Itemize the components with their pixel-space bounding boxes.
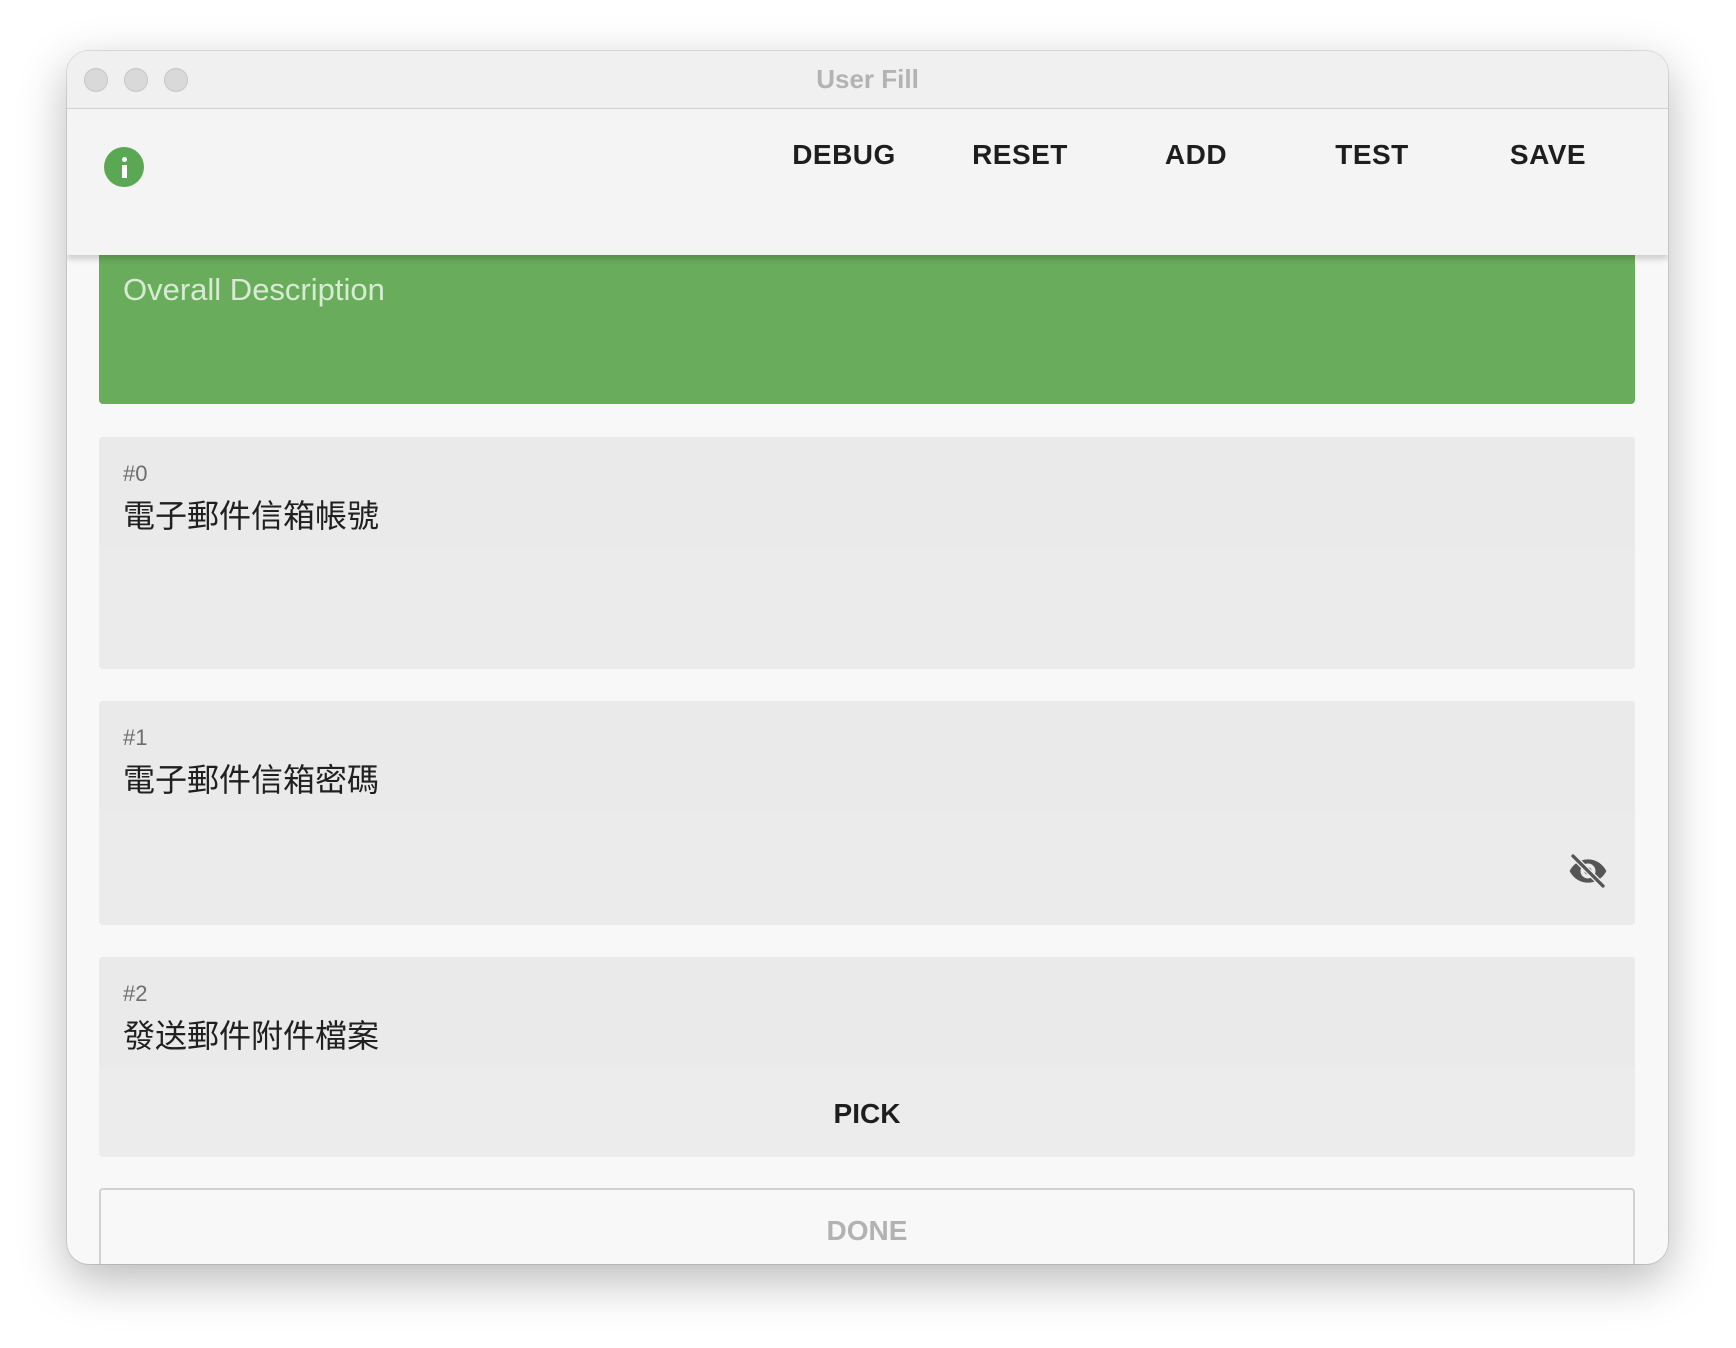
field-1-header: #1 電子郵件信箱密碼	[99, 701, 1635, 811]
done-button[interactable]: DONE	[99, 1188, 1635, 1264]
overall-description-field[interactable]: Overall Description	[99, 236, 1635, 404]
field-label: 電子郵件信箱帳號	[123, 498, 380, 534]
eye-off-icon[interactable]	[1565, 851, 1611, 891]
pick-file-button[interactable]: PICK	[99, 1071, 1635, 1157]
test-button[interactable]: TEST	[1292, 109, 1452, 201]
add-button[interactable]: ADD	[1116, 109, 1276, 201]
save-button[interactable]: SAVE	[1468, 109, 1628, 201]
toolbar: DEBUG RESET ADD TEST SAVE	[67, 109, 1668, 255]
field-index: #2	[123, 981, 148, 1006]
field-index: #0	[123, 461, 148, 486]
field-label: 發送郵件附件檔案	[123, 1018, 380, 1054]
field-label: 電子郵件信箱密碼	[123, 762, 380, 798]
reset-button[interactable]: RESET	[940, 109, 1100, 201]
field-1: #1 電子郵件信箱密碼	[99, 701, 1635, 925]
debug-button[interactable]: DEBUG	[764, 109, 924, 201]
app-window: User Fill DEBUG RESET ADD TEST SAVE Over…	[67, 51, 1668, 1264]
field-0: #0 電子郵件信箱帳號	[99, 437, 1635, 669]
title-bar: User Fill	[67, 51, 1668, 109]
window-title: User Fill	[816, 64, 919, 94]
field-index: #1	[123, 725, 148, 750]
email-account-input[interactable]	[99, 547, 1635, 669]
field-2: #2 發送郵件附件檔案 PICK	[99, 957, 1635, 1157]
email-password-input[interactable]	[99, 811, 1635, 925]
description-placeholder: Overall Description	[123, 272, 385, 307]
field-0-header: #0 電子郵件信箱帳號	[99, 437, 1635, 547]
info-circle-icon[interactable]	[104, 147, 144, 187]
field-2-header: #2 發送郵件附件檔案	[99, 957, 1635, 1067]
